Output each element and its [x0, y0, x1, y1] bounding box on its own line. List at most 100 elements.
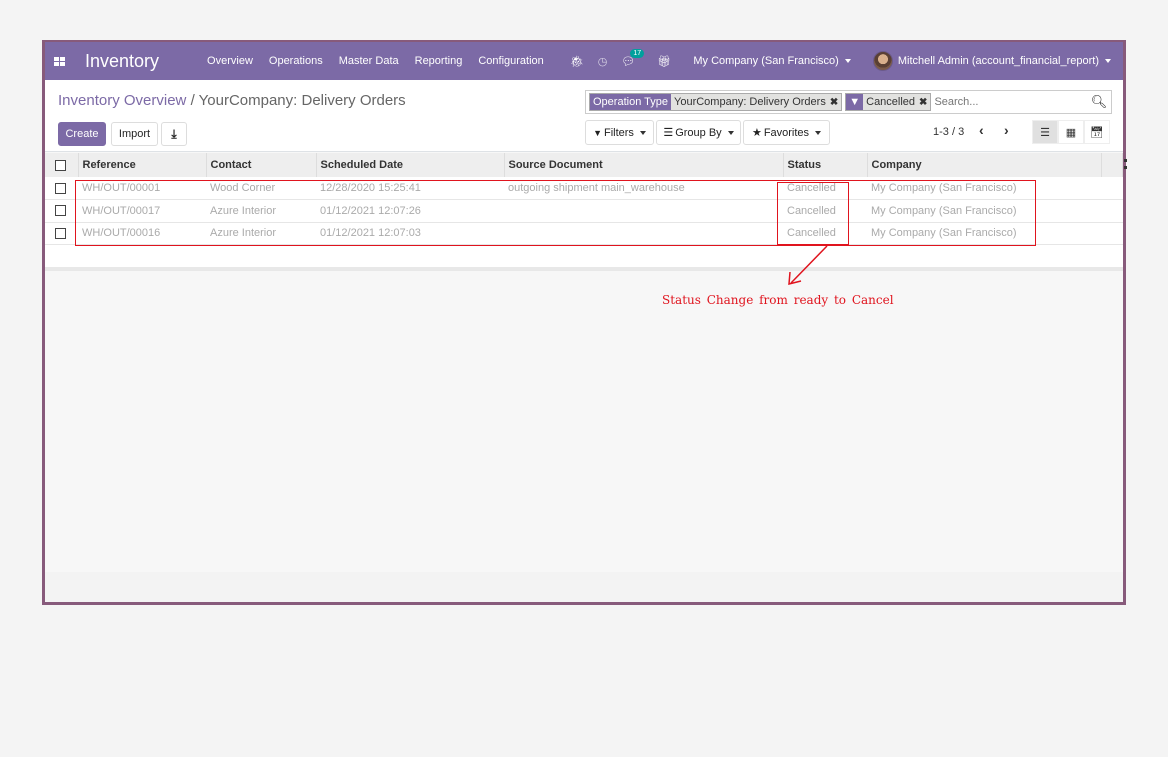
- filters-label: Filters: [603, 126, 634, 139]
- facet-status-filter: ▼ Cancelled ✖: [845, 93, 932, 111]
- menu-operations[interactable]: Operations: [269, 55, 323, 67]
- page-footer-area: [45, 572, 1123, 602]
- breadcrumb-separator: /: [190, 92, 195, 109]
- table-row[interactable]: WH/OUT/00001 Wood Corner 12/28/2020 15:2…: [45, 177, 1123, 200]
- optional-columns-toggle-icon[interactable]: [1124, 159, 1129, 169]
- favorites-label: Favorites: [763, 126, 810, 139]
- import-button[interactable]: Import: [111, 122, 158, 146]
- cell-status: Cancelled: [787, 227, 836, 240]
- facet-value-text: Cancelled: [866, 96, 916, 108]
- cell-reference: WH/OUT/00001: [82, 182, 161, 194]
- cell-source-document: [504, 200, 783, 223]
- cell-empty: [1101, 200, 1123, 223]
- kanban-view-icon[interactable]: ▦: [1058, 120, 1084, 144]
- close-icon[interactable]: ✖: [919, 97, 927, 108]
- export-button[interactable]: ⤓: [161, 122, 187, 146]
- pager-next-icon[interactable]: ›: [1004, 122, 1009, 138]
- column-contact[interactable]: Contact: [206, 153, 317, 177]
- breadcrumb: Inventory Overview / YourCompany: Delive…: [58, 92, 406, 109]
- messages-icon[interactable]: 💬︎ 17: [621, 48, 645, 68]
- user-menu[interactable]: Mitchell Admin (account_financial_report…: [898, 55, 1111, 67]
- company-name: My Company (San Francisco): [693, 55, 839, 67]
- cell-contact: Wood Corner: [210, 182, 276, 194]
- chevron-down-icon: [639, 130, 646, 135]
- filter-icon: ▼: [846, 94, 864, 110]
- chevron-down-icon: [727, 130, 734, 135]
- chevron-down-icon: [1105, 59, 1111, 64]
- menu-overview[interactable]: Overview: [207, 55, 253, 67]
- user-avatar[interactable]: [872, 51, 893, 71]
- cell-reference: WH/OUT/00016: [82, 227, 161, 240]
- arrow-head: [788, 271, 802, 285]
- facet-value: YourCompany: Delivery Orders ✖: [671, 94, 842, 110]
- cell-contact: Azure Interior: [210, 204, 277, 217]
- messages-count-badge: 17: [630, 48, 645, 58]
- select-all-checkbox[interactable]: [55, 159, 66, 171]
- optional-columns-cell: [1101, 153, 1123, 177]
- facet-value-text: YourCompany: Delivery Orders: [674, 96, 826, 108]
- filters-dropdown[interactable]: ▼ Filters: [585, 120, 654, 145]
- table-header: Reference Contact Scheduled Date Source …: [45, 153, 1123, 177]
- menu-reporting[interactable]: Reporting: [415, 55, 463, 67]
- app-window: Inventory Overview Operations Master Dat…: [42, 40, 1129, 605]
- list-view-icon[interactable]: ☰: [1032, 120, 1058, 144]
- search-input[interactable]: [934, 96, 1090, 108]
- view-switcher: ☰ ▦ 📅︎: [1032, 120, 1110, 144]
- control-panel: Inventory Overview / YourCompany: Delive…: [45, 80, 1123, 152]
- star-icon: ★: [751, 127, 762, 139]
- pager-previous-icon[interactable]: ‹: [979, 122, 984, 138]
- breadcrumb-parent[interactable]: Inventory Overview: [58, 92, 186, 109]
- user-name: Mitchell Admin (account_financial_report…: [897, 55, 1099, 67]
- row-select-cell: [45, 222, 78, 245]
- cell-reference: WH/OUT/00017: [82, 204, 161, 217]
- menu-master-data[interactable]: Master Data: [339, 55, 399, 67]
- facet-operation-type: Operation Type YourCompany: Delivery Ord…: [589, 93, 843, 111]
- cell-status: Cancelled: [787, 182, 836, 194]
- column-scheduled-date[interactable]: Scheduled Date: [316, 153, 505, 177]
- menu-configuration[interactable]: Configuration: [478, 55, 543, 67]
- search-bar: Operation Type YourCompany: Delivery Ord…: [585, 90, 1112, 114]
- cell-company: My Company (San Francisco): [871, 204, 1017, 217]
- create-button[interactable]: Create: [58, 122, 106, 146]
- apps-menu-icon[interactable]: [54, 56, 65, 66]
- chevron-down-icon: [844, 59, 851, 64]
- row-select-cell: [45, 177, 78, 200]
- pager-value[interactable]: 1-3 / 3: [933, 126, 964, 138]
- company-switcher[interactable]: My Company (San Francisco): [693, 55, 851, 67]
- table-row[interactable]: WH/OUT/00017 Azure Interior 01/12/2021 1…: [45, 200, 1123, 223]
- row-checkbox[interactable]: [55, 205, 66, 217]
- calendar-view-icon[interactable]: 📅︎: [1084, 120, 1110, 144]
- close-icon[interactable]: ✖: [830, 97, 838, 108]
- debug-bug-icon[interactable]: 🐞︎: [570, 55, 584, 68]
- annotation-text: Status Change from ready to Cancel: [662, 293, 894, 307]
- group-by-dropdown[interactable]: ☰ Group By: [656, 120, 741, 145]
- cell-scheduled-date: 01/12/2021 12:07:26: [320, 204, 421, 217]
- facet-value: Cancelled ✖: [863, 94, 931, 110]
- cell-source-document: outgoing shipment main_warehouse: [508, 182, 685, 194]
- download-icon: ⤓: [171, 126, 177, 141]
- column-reference[interactable]: Reference: [78, 153, 207, 177]
- activity-clock-icon[interactable]: ◷: [598, 55, 608, 68]
- gift-icon[interactable]: 🎁︎: [657, 55, 671, 68]
- column-status[interactable]: Status: [783, 153, 868, 177]
- favorites-dropdown[interactable]: ★ Favorites: [743, 120, 830, 145]
- cell-scheduled-date: 01/12/2021 12:07:03: [320, 227, 421, 240]
- row-select-cell: [45, 200, 78, 223]
- column-company[interactable]: Company: [867, 153, 1102, 177]
- cell-source-document: [504, 222, 783, 245]
- table-row[interactable]: WH/OUT/00016 Azure Interior 01/12/2021 1…: [45, 222, 1123, 245]
- app-title[interactable]: Inventory: [85, 51, 159, 72]
- list-icon: ☰: [663, 127, 674, 139]
- search-icon[interactable]: 🔍︎: [1090, 94, 1108, 110]
- group-by-label: Group By: [675, 126, 722, 139]
- cell-company: My Company (San Francisco): [871, 182, 1017, 194]
- cell-company: My Company (San Francisco): [871, 227, 1017, 240]
- cell-status: Cancelled: [787, 204, 836, 217]
- row-checkbox[interactable]: [55, 227, 66, 239]
- select-all-cell: [45, 153, 79, 177]
- column-source-document[interactable]: Source Document: [504, 153, 784, 177]
- row-checkbox[interactable]: [55, 182, 66, 194]
- list-view: Reference Contact Scheduled Date Source …: [45, 153, 1123, 268]
- top-navbar: Inventory Overview Operations Master Dat…: [45, 42, 1123, 80]
- cell-empty: [1101, 222, 1123, 245]
